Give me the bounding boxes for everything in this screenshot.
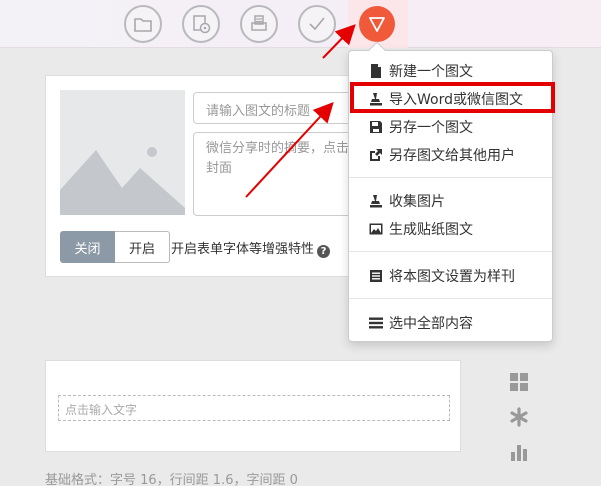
menu-item-label: 生成贴纸图文 [389,222,473,238]
share-icon [370,149,382,161]
enhance-label: 开启表单字体等增强特性? [171,238,331,258]
menu-item-set-sample[interactable]: 将本图文设置为样刊 [349,264,552,288]
toggle-off-button[interactable]: 关闭 [60,231,115,263]
grid-icon [510,373,528,391]
grid-button[interactable] [507,370,531,394]
menu-item-save-as[interactable]: 另存一个图文 [349,115,552,139]
menu-item-save-to-user[interactable]: 另存图文给其他用户 [349,143,552,167]
highlight-box [350,82,555,113]
menu-item-sticker[interactable]: 生成贴纸图文 [349,217,552,241]
image-icon [369,223,383,235]
toggle-on-button[interactable]: 开启 [115,231,170,263]
menu-divider [349,251,552,252]
menu-item-label: 收集图片 [389,194,445,210]
menu-item-label: 新建一个图文 [389,64,473,80]
menu-divider [349,177,552,178]
menu-lines-icon [369,317,383,329]
import-button[interactable] [182,5,220,43]
cover-image-placeholder[interactable] [60,90,185,215]
article-card: 请输入图文的标题 微信分享时的摘要，点击封面 关闭 开启 开启表单字体等增强特性… [45,75,368,277]
text-card: 点击输入文字 [45,360,461,452]
enhance-toggle: 关闭 开启 [60,231,170,263]
abstract-input[interactable]: 微信分享时的摘要，点击封面 [193,132,368,216]
more-menu-button[interactable] [359,6,395,42]
menu-item-new[interactable]: 新建一个图文 [349,59,552,83]
menu-item-collect-images[interactable]: 收集图片 [349,189,552,213]
list-icon [370,270,382,282]
menu-item-label: 另存一个图文 [389,120,473,136]
check-button[interactable] [298,5,336,43]
help-icon[interactable]: ? [317,245,331,258]
base-format-info: 基础格式：字号 16，行间距 1.6，字间距 0 [45,473,298,486]
print-icon [251,15,267,31]
menu-item-label: 选中全部内容 [389,316,473,332]
stamp-icon [370,195,382,208]
top-toolbar [0,0,601,48]
checkmark-icon [309,17,325,31]
asterisk-button[interactable] [507,405,531,429]
title-input[interactable]: 请输入图文的标题 [193,92,368,124]
asterisk-icon [510,407,528,427]
chart-button[interactable] [507,440,531,464]
file-icon [371,64,381,78]
image-placeholder-icon [60,147,185,215]
folder-button[interactable] [124,5,162,43]
bar-chart-icon [511,445,527,461]
menu-item-select-all[interactable]: 选中全部内容 [349,311,552,335]
enhance-label-text: 开启表单字体等增强特性 [171,242,315,257]
print-button[interactable] [240,5,278,43]
folder-icon [134,18,152,32]
save-as-icon [370,121,382,133]
triangle-down-icon [369,17,385,32]
menu-item-label: 将本图文设置为样刊 [389,269,515,285]
menu-item-label: 另存图文给其他用户 [389,148,515,164]
import-disc-icon [193,15,211,34]
menu-divider [349,298,552,299]
side-toolbar [507,370,531,475]
text-input[interactable]: 点击输入文字 [58,395,450,421]
